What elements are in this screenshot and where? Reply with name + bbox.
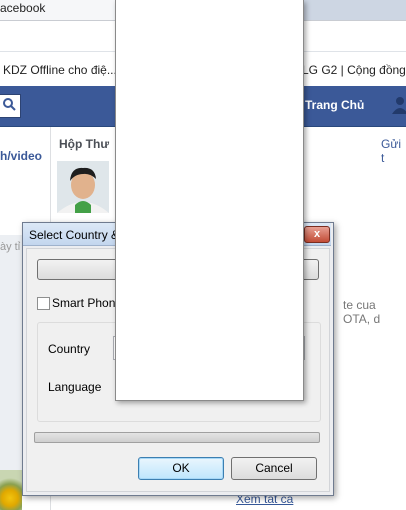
search-icon[interactable] [2,97,16,111]
ok-button[interactable]: OK [138,457,224,480]
language-label: Language [48,380,102,394]
user-icon[interactable] [390,96,406,114]
smart-phone-label[interactable]: Smart Phon [52,296,115,310]
progress-bar [34,432,320,443]
messages-title: Hộp Thư [59,137,110,151]
bookmark-lg-g2[interactable]: LG G2 | Cộng đồng [302,63,406,77]
smart-phone-checkbox[interactable] [37,297,50,310]
close-button[interactable]: x [304,226,330,243]
browser-tab-strip [303,0,406,20]
composer-placeholder[interactable]: ày tỉ [0,241,20,253]
left-video-link[interactable]: h/video [0,149,42,163]
dialog-title: Select Country & [29,228,120,242]
home-link[interactable]: Trang Chủ [305,98,364,112]
post-text: te cua OTA, d [343,298,381,326]
browser-tab-facebook[interactable]: acebook [0,0,45,17]
blank-popup-window [115,0,304,401]
composer-area [0,235,22,475]
send-link[interactable]: Gửi t [381,137,406,165]
profile-photo[interactable] [57,161,109,213]
country-label: Country [48,342,91,356]
bookmark-kdz[interactable]: KDZ Offline cho điệ... [3,63,117,77]
flower-image [0,470,22,510]
cancel-button[interactable]: Cancel [231,457,317,480]
